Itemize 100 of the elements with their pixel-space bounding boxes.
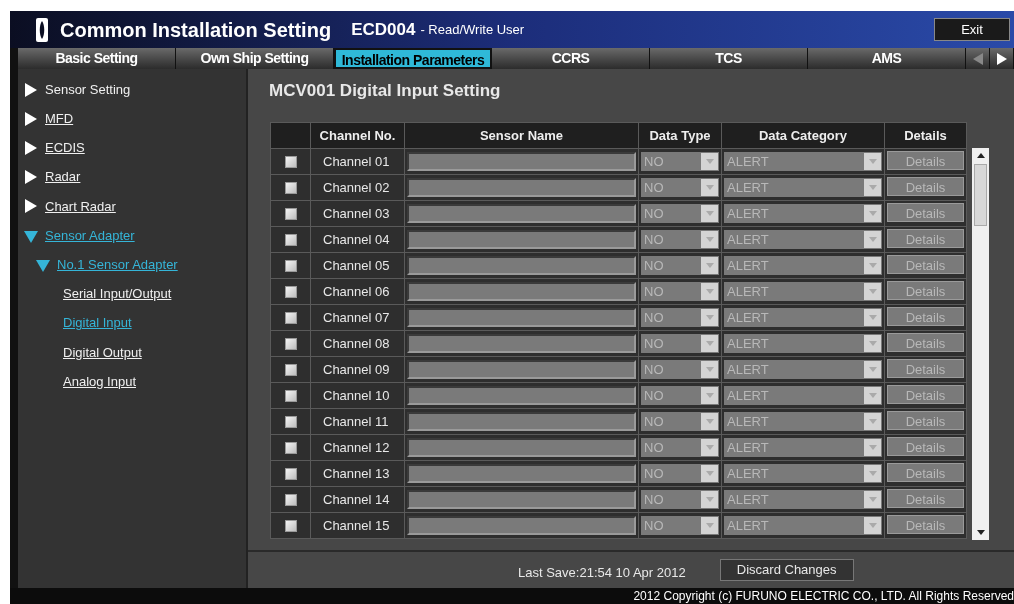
sensor-name-field[interactable] [407,282,636,301]
details-button[interactable]: Details [887,281,964,301]
data-category-dropdown[interactable]: ALERT [724,178,882,197]
checkbox[interactable] [284,312,297,325]
details-button[interactable]: Details [887,333,964,353]
sensor-name-field[interactable] [407,516,636,535]
data-type-dropdown[interactable]: NO [641,490,719,509]
details-button[interactable]: Details [887,489,964,509]
data-category-dropdown[interactable]: ALERT [724,412,882,431]
collapsed-triangle-icon[interactable] [24,82,38,97]
sidebar-link[interactable]: Serial Input/Output [63,284,172,304]
data-type-dropdown[interactable]: NO [641,360,719,379]
sensor-name-field[interactable] [407,386,636,405]
sensor-name-field[interactable] [407,438,636,457]
tab[interactable]: Own Ship Setting [176,48,334,69]
data-category-dropdown[interactable]: ALERT [724,360,882,379]
tab-scroll-right-button[interactable] [990,48,1014,69]
expanded-triangle-icon[interactable] [24,228,38,243]
sidebar-link[interactable]: Digital Input [63,313,132,333]
data-category-dropdown[interactable]: ALERT [724,464,882,483]
scroll-up-icon[interactable] [976,153,985,158]
details-button[interactable]: Details [887,203,964,223]
tab[interactable]: AMS [808,48,966,69]
tab[interactable]: TCS [650,48,808,69]
data-type-dropdown[interactable]: NO [641,516,719,535]
data-type-dropdown[interactable]: NO [641,438,719,457]
collapsed-triangle-icon[interactable] [24,170,38,185]
tab[interactable]: CCRS [492,48,650,69]
checkbox[interactable] [284,338,297,351]
details-button[interactable]: Details [887,515,964,535]
sidebar-link[interactable]: MFD [45,109,74,129]
checkbox[interactable] [284,208,297,221]
data-category-dropdown[interactable]: ALERT [724,490,882,509]
data-type-dropdown[interactable]: NO [641,204,719,223]
checkbox[interactable] [284,260,297,273]
scroll-down-icon[interactable] [976,530,985,535]
data-category-dropdown[interactable]: ALERT [724,152,882,171]
details-button[interactable]: Details [887,151,964,171]
sensor-name-field[interactable] [407,412,636,431]
sidebar-link[interactable]: Sensor Adapter [45,225,135,246]
tab[interactable]: Basic Setting [18,48,176,69]
checkbox[interactable] [284,234,297,247]
data-type-dropdown[interactable]: NO [641,152,719,171]
details-button[interactable]: Details [887,437,964,457]
details-button[interactable]: Details [887,307,964,327]
sidebar-link[interactable]: Analog Input [63,371,136,392]
tab[interactable]: Installation Parameters [334,48,492,69]
details-button[interactable]: Details [887,229,964,249]
details-button[interactable]: Details [887,255,964,275]
data-type-dropdown[interactable]: NO [641,464,719,483]
sidebar-link[interactable]: ECDIS [45,138,85,158]
data-type-dropdown[interactable]: NO [641,334,719,353]
collapsed-triangle-icon[interactable] [24,111,38,126]
sidebar-link[interactable]: Digital Output [63,342,142,363]
checkbox[interactable] [284,286,297,299]
sensor-name-field[interactable] [407,334,636,353]
checkbox[interactable] [284,182,297,195]
details-button[interactable]: Details [887,177,964,197]
data-category-dropdown[interactable]: ALERT [724,282,882,301]
sidebar-link[interactable]: No.1 Sensor Adapter [57,254,178,275]
collapsed-triangle-icon[interactable] [24,140,38,155]
data-category-dropdown[interactable]: ALERT [724,516,882,535]
data-category-dropdown[interactable]: ALERT [724,308,882,327]
sensor-name-field[interactable] [407,256,636,275]
data-category-dropdown[interactable]: ALERT [724,256,882,275]
checkbox[interactable] [284,442,297,455]
expanded-triangle-icon[interactable] [36,257,50,272]
details-button[interactable]: Details [887,359,964,379]
sensor-name-field[interactable] [407,490,636,509]
sidebar-item[interactable]: Sensor Setting [45,79,131,100]
exit-button[interactable]: Exit [934,18,1010,41]
data-category-dropdown[interactable]: ALERT [724,386,882,405]
sensor-name-field[interactable] [407,464,636,483]
data-type-dropdown[interactable]: NO [641,412,719,431]
scroll-thumb[interactable] [974,164,987,226]
checkbox[interactable] [284,520,297,533]
details-button[interactable]: Details [887,411,964,431]
data-type-dropdown[interactable]: NO [641,230,719,249]
data-type-dropdown[interactable]: NO [641,282,719,301]
data-type-dropdown[interactable]: NO [641,178,719,197]
details-button[interactable]: Details [887,385,964,405]
data-type-dropdown[interactable]: NO [641,256,719,275]
sensor-name-field[interactable] [407,230,636,249]
checkbox[interactable] [284,156,297,169]
collapsed-triangle-icon[interactable] [24,199,38,214]
sensor-name-field[interactable] [407,152,636,171]
data-type-dropdown[interactable]: NO [641,386,719,405]
data-category-dropdown[interactable]: ALERT [724,204,882,223]
data-category-dropdown[interactable]: ALERT [724,334,882,353]
checkbox[interactable] [284,390,297,403]
checkbox[interactable] [284,468,297,481]
sensor-name-field[interactable] [407,178,636,197]
data-category-dropdown[interactable]: ALERT [724,230,882,249]
checkbox[interactable] [284,494,297,507]
sensor-name-field[interactable] [407,204,636,223]
checkbox[interactable] [284,364,297,377]
sensor-name-field[interactable] [407,360,636,379]
scrollbar[interactable] [972,148,989,540]
data-category-dropdown[interactable]: ALERT [724,438,882,457]
sidebar-link[interactable]: Chart Radar [45,196,116,217]
